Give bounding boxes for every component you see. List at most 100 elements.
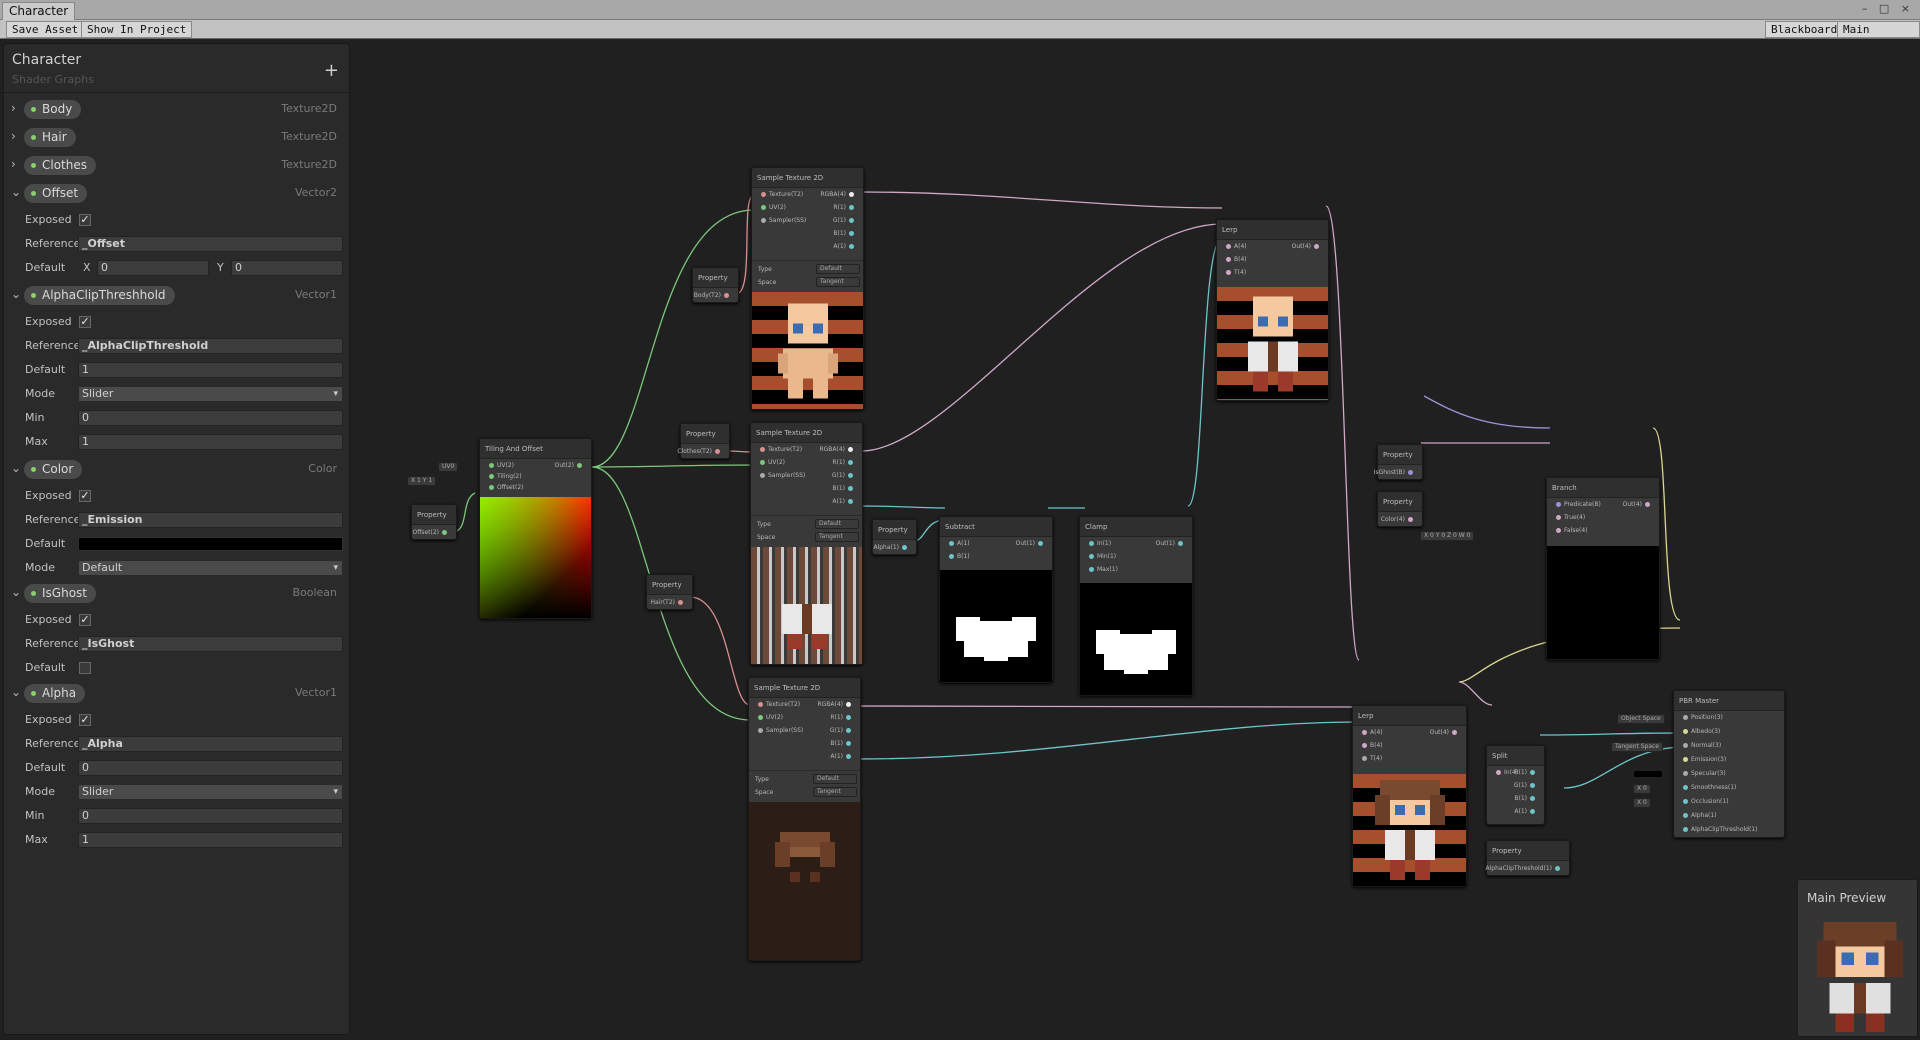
port-dot[interactable] xyxy=(1556,502,1561,507)
port-dot[interactable] xyxy=(1314,244,1319,249)
pbr-master-node[interactable]: PBR Master Position(3) Albedo(3) Normal(… xyxy=(1673,690,1785,838)
port-dot[interactable] xyxy=(1226,270,1231,275)
port-dot[interactable] xyxy=(1530,770,1535,775)
type-dropdown[interactable]: Default xyxy=(813,774,857,784)
default-input[interactable]: 0 xyxy=(78,760,343,776)
property-row-body[interactable]: › Body Texture2D xyxy=(4,99,349,121)
reference-input[interactable]: _Emission xyxy=(78,512,343,528)
port-dot[interactable] xyxy=(1683,813,1688,818)
space-dropdown[interactable]: Tangent xyxy=(813,787,857,797)
port-dot[interactable] xyxy=(1530,783,1535,788)
chevron-right-icon[interactable]: › xyxy=(11,157,16,171)
property-pill[interactable]: Body xyxy=(24,100,82,119)
add-property-button[interactable]: + xyxy=(324,60,339,81)
port-dot[interactable] xyxy=(848,499,853,504)
property-node-offset[interactable]: Property Offset(2) xyxy=(411,504,457,540)
lerp-node-bottom[interactable]: Lerp A(4) B(4) T(4) Out(4) xyxy=(1352,705,1467,887)
port-dot[interactable] xyxy=(489,463,494,468)
port-dot[interactable] xyxy=(1556,515,1561,520)
split-node[interactable]: Split In(4) R(1) G(1) B(1) A(1) xyxy=(1486,745,1545,825)
port-dot[interactable] xyxy=(1226,257,1231,262)
default-input[interactable]: 1 xyxy=(78,362,343,378)
reference-input[interactable]: _IsGhost xyxy=(78,636,343,652)
port-dot[interactable] xyxy=(1089,567,1094,572)
save-asset-button[interactable]: Save Asset xyxy=(6,21,85,38)
port-dot[interactable] xyxy=(848,486,853,491)
port-dot[interactable] xyxy=(1226,244,1231,249)
chevron-down-icon[interactable]: ⌄ xyxy=(11,461,21,475)
chevron-down-icon[interactable]: ⌄ xyxy=(11,185,21,199)
property-row-color[interactable]: ⌄ Color Color xyxy=(4,459,349,481)
port-dot[interactable] xyxy=(1556,528,1561,533)
mode-dropdown[interactable]: Default xyxy=(78,560,343,576)
exposed-checkbox[interactable]: ✓ xyxy=(79,214,91,226)
position-space-chip[interactable]: Object Space xyxy=(1617,714,1665,724)
sample-texture-hair-node[interactable]: Sample Texture 2D Texture(T2) UV(2) Samp… xyxy=(748,677,861,961)
specular-color-chip[interactable] xyxy=(1633,770,1663,778)
port-dot[interactable] xyxy=(1496,770,1501,775)
min-input[interactable]: 0 xyxy=(78,410,343,426)
port-dot[interactable] xyxy=(1555,866,1560,871)
property-row-clothes[interactable]: › Clothes Texture2D xyxy=(4,155,349,177)
port-dot[interactable] xyxy=(949,554,954,559)
smoothness-value-chip[interactable]: X 0 xyxy=(1633,784,1651,794)
port-dot[interactable] xyxy=(846,741,851,746)
port-dot[interactable] xyxy=(1089,554,1094,559)
main-preview-panel[interactable]: Main Preview xyxy=(1797,879,1918,1037)
port-dot[interactable] xyxy=(1362,730,1367,735)
port-dot[interactable] xyxy=(849,244,854,249)
property-pill[interactable]: IsGhost xyxy=(24,584,96,603)
port-dot[interactable] xyxy=(1683,757,1688,762)
port-dot[interactable] xyxy=(760,460,765,465)
port-dot[interactable] xyxy=(715,449,720,454)
property-row-alpha[interactable]: ⌄ Alpha Vector1 xyxy=(4,683,349,705)
type-dropdown[interactable]: Default xyxy=(815,519,859,529)
blackboard-toggle-button[interactable]: Blackboard xyxy=(1765,21,1844,38)
space-dropdown[interactable]: Tangent xyxy=(815,532,859,542)
port-dot[interactable] xyxy=(758,728,763,733)
property-pill[interactable]: Clothes xyxy=(24,156,96,175)
port-dot[interactable] xyxy=(761,218,766,223)
space-dropdown[interactable]: Tangent xyxy=(816,277,860,287)
max-input[interactable]: 1 xyxy=(78,832,343,848)
clamp-node[interactable]: Clamp In(1) Min(1) Max(1) Out(1) xyxy=(1079,516,1193,696)
port-dot[interactable] xyxy=(1683,799,1688,804)
lerp-node-top[interactable]: Lerp A(4) B(4) T(4) Out(4) xyxy=(1216,219,1329,401)
property-node-body[interactable]: Property Body(T2) xyxy=(692,267,739,303)
port-dot[interactable] xyxy=(1683,771,1688,776)
port-dot[interactable] xyxy=(442,530,447,535)
port-dot[interactable] xyxy=(902,545,907,550)
port-dot[interactable] xyxy=(1683,827,1688,832)
port-dot[interactable] xyxy=(849,192,854,197)
port-dot[interactable] xyxy=(761,205,766,210)
port-dot[interactable] xyxy=(846,728,851,733)
property-node-alpha[interactable]: Property Alpha(1) xyxy=(872,519,917,555)
main-preview-toggle-button[interactable]: Main Preview xyxy=(1837,21,1920,52)
default-x-input[interactable]: 0 xyxy=(97,260,209,276)
branch-node[interactable]: Branch Predicate(B) True(4) False(4) Out… xyxy=(1546,477,1660,660)
property-node-hair[interactable]: Property Hair(T2) xyxy=(646,574,693,610)
chevron-down-icon[interactable]: ⌄ xyxy=(11,585,21,599)
property-row-offset[interactable]: ⌄ Offset Vector2 xyxy=(4,183,349,205)
subtract-node[interactable]: Subtract A(1) B(1) Out(1) xyxy=(939,516,1053,683)
mode-dropdown[interactable]: Slider xyxy=(78,386,343,402)
reference-input[interactable]: _Offset xyxy=(78,236,343,252)
port-dot[interactable] xyxy=(1683,785,1688,790)
port-dot[interactable] xyxy=(1683,729,1688,734)
property-pill[interactable]: Offset xyxy=(24,184,88,203)
port-dot[interactable] xyxy=(849,205,854,210)
chevron-down-icon[interactable]: ⌄ xyxy=(11,287,21,301)
exposed-checkbox[interactable]: ✓ xyxy=(79,614,91,626)
port-dot[interactable] xyxy=(761,192,766,197)
port-dot[interactable] xyxy=(846,715,851,720)
exposed-checkbox[interactable]: ✓ xyxy=(79,316,91,328)
port-dot[interactable] xyxy=(760,473,765,478)
default-y-input[interactable]: 0 xyxy=(231,260,343,276)
normal-space-chip[interactable]: Tangent Space xyxy=(1611,742,1663,752)
port-dot[interactable] xyxy=(846,702,851,707)
mode-dropdown[interactable]: Slider xyxy=(78,784,343,800)
property-row-isghost[interactable]: ⌄ IsGhost Boolean xyxy=(4,583,349,605)
port-dot[interactable] xyxy=(760,447,765,452)
default-checkbox[interactable] xyxy=(79,662,91,674)
port-dot[interactable] xyxy=(1530,809,1535,814)
